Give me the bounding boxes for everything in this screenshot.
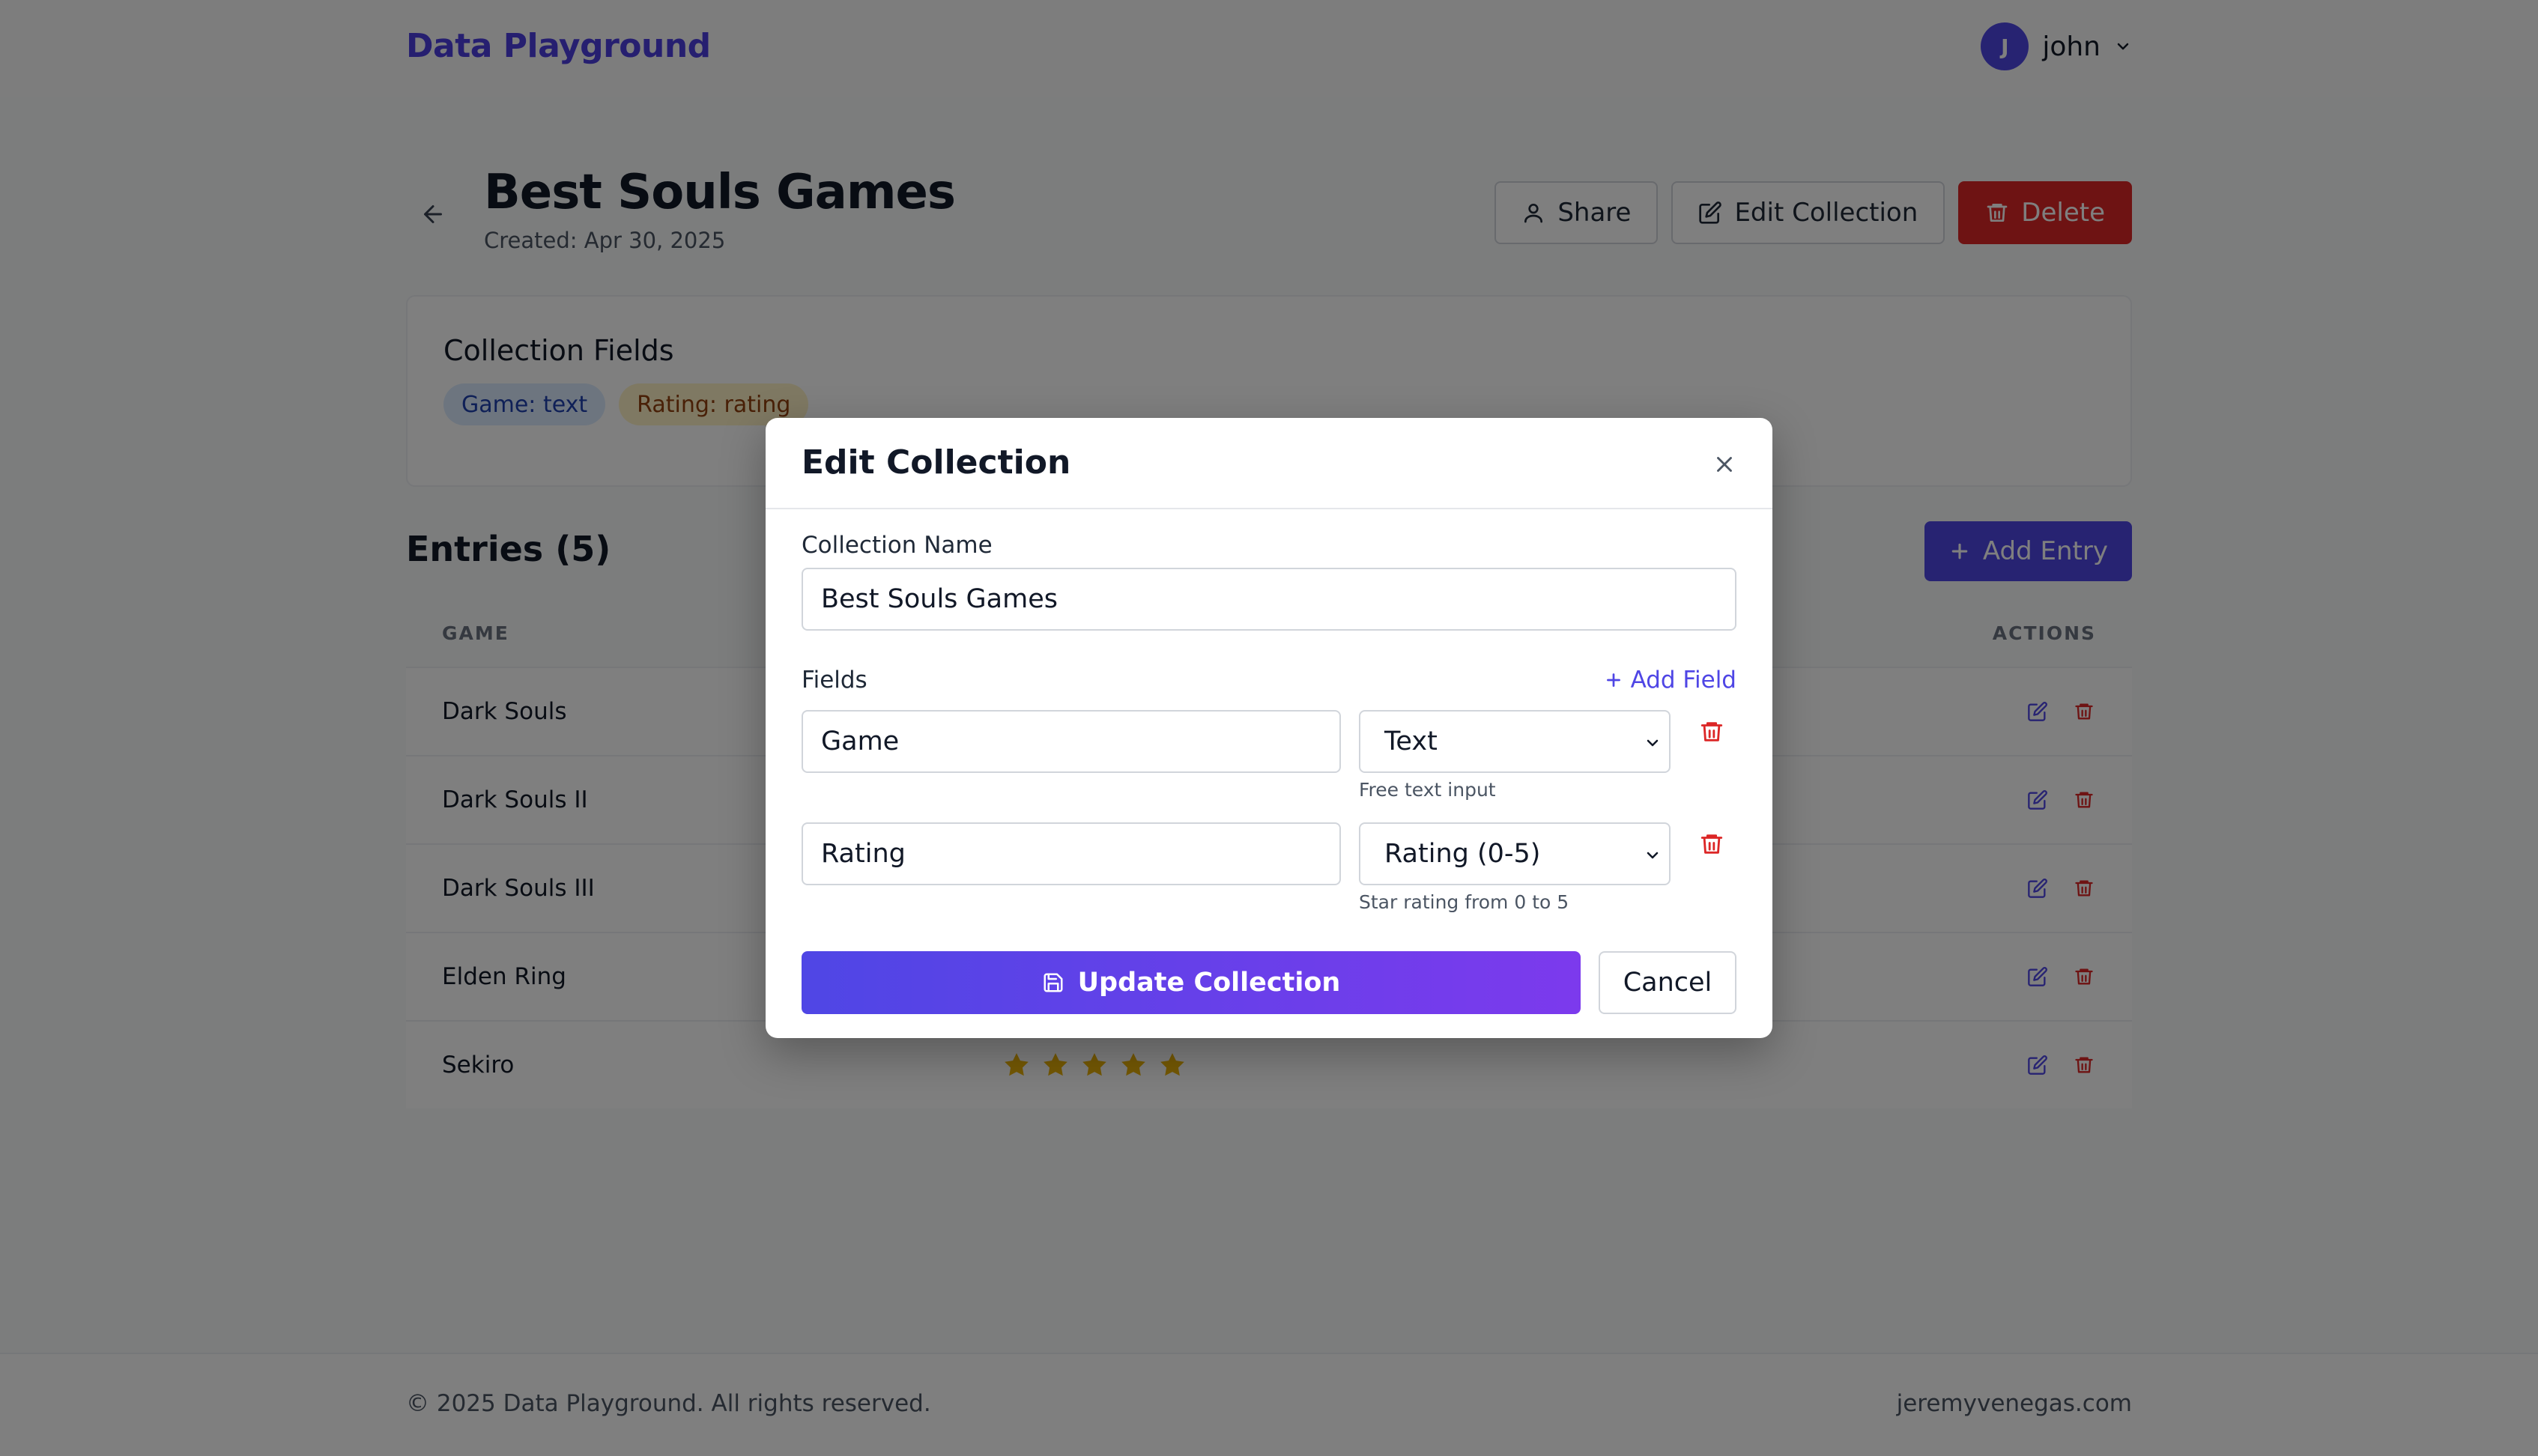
chevron-down-icon — [1647, 739, 1659, 747]
field-type-select[interactable]: Text — [1359, 710, 1671, 773]
collection-name-label: Collection Name — [802, 532, 993, 559]
field-type-value: Text — [1384, 727, 1438, 756]
edit-collection-modal: Edit Collection Collection Name Best Sou… — [766, 418, 1772, 1038]
fields-label: Fields — [802, 667, 867, 694]
field-type-value: Rating (0-5) — [1384, 839, 1541, 869]
field-name-input[interactable]: Rating — [802, 822, 1341, 885]
close-icon — [1717, 457, 1732, 472]
close-button[interactable] — [1711, 451, 1738, 478]
field-type-hint: Free text input — [1359, 779, 1496, 801]
page: Data Playground J john Best Souls Games … — [0, 0, 2538, 1456]
trash-icon[interactable] — [1699, 831, 1724, 857]
modal-header: Edit Collection — [766, 418, 1772, 509]
update-collection-label: Update Collection — [1077, 968, 1341, 998]
update-collection-button[interactable]: Update Collection — [802, 951, 1581, 1014]
save-icon — [1044, 973, 1063, 992]
add-field-button[interactable]: Add Field — [1604, 667, 1736, 694]
chevron-down-icon — [1647, 852, 1659, 859]
modal-title: Edit Collection — [802, 443, 1071, 482]
collection-name-input[interactable]: Best Souls Games — [802, 568, 1736, 631]
add-field-label: Add Field — [1630, 667, 1736, 694]
cancel-button[interactable]: Cancel — [1599, 951, 1736, 1014]
field-type-select[interactable]: Rating (0-5) — [1359, 822, 1671, 885]
field-name-input[interactable]: Game — [802, 710, 1341, 773]
field-type-hint: Star rating from 0 to 5 — [1359, 891, 1569, 913]
plus-icon — [1606, 673, 1620, 687]
trash-icon[interactable] — [1699, 719, 1724, 744]
